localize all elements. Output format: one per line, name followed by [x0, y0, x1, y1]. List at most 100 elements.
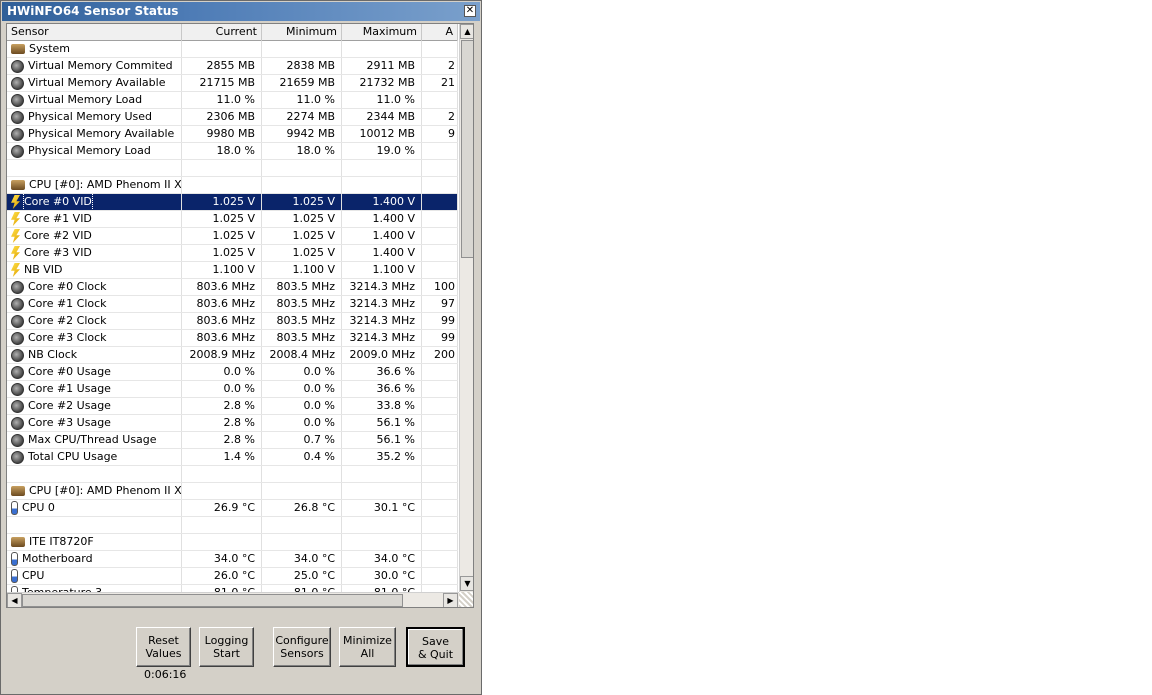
sensor-row[interactable]: Core #2 Usage 2.8 % 0.0 % 33.8 % — [7, 398, 458, 415]
gauge-icon — [11, 110, 24, 124]
maximum-value: 21732 MB — [342, 75, 422, 91]
sensor-row[interactable]: Core #0 Usage 0.0 % 0.0 % 36.6 % — [7, 364, 458, 381]
gauge-icon — [11, 348, 24, 362]
sensor-name-cell: System — [7, 41, 182, 57]
sensor-name: Virtual Memory Commited — [28, 59, 173, 72]
sensor-name-cell: Core #0 Clock — [7, 279, 182, 295]
vertical-scroll-thumb[interactable] — [461, 40, 473, 258]
average-value — [422, 143, 458, 159]
spacer-row — [7, 466, 458, 483]
sensor-row[interactable]: CPU 0 26.9 °C 26.8 °C 30.1 °C — [7, 500, 458, 517]
vertical-scrollbar[interactable]: ▲ ▼ — [459, 24, 473, 592]
sensor-row[interactable]: Core #0 VID 1.025 V 1.025 V 1.400 V — [7, 194, 458, 211]
sensor-row[interactable]: Physical Memory Available 9980 MB 9942 MB 1… — [7, 126, 458, 143]
sensor-group-row[interactable]: CPU [#0]: AMD Phenom II X... — [7, 177, 458, 194]
current-value: 26.9 °C — [182, 500, 262, 516]
sensor-row[interactable]: Core #2 VID 1.025 V 1.025 V 1.400 V — [7, 228, 458, 245]
sensor-row[interactable]: Total CPU Usage 1.4 % 0.4 % 35.2 % — [7, 449, 458, 466]
sensor-name-cell: Virtual Memory Available — [7, 75, 182, 91]
average-value — [422, 415, 458, 431]
sensor-name: Max CPU/Thread Usage — [28, 433, 157, 446]
sensor-name-cell: CPU [#0]: AMD Phenom II X... — [7, 483, 182, 499]
column-header-maximum[interactable]: Maximum — [342, 24, 422, 41]
sensor-row[interactable]: NB Clock 2008.9 MHz 2008.4 MHz 2009.0 MHz 20… — [7, 347, 458, 364]
sensor-row[interactable]: CPU 26.0 °C 25.0 °C 30.0 °C — [7, 568, 458, 585]
horizontal-scroll-thumb[interactable] — [22, 594, 403, 607]
average-value — [422, 364, 458, 380]
sensor-list[interactable]: Sensor Current Minimum Maximum A System V… — [6, 23, 474, 608]
sensor-name-cell: Core #0 Usage — [7, 364, 182, 380]
scroll-up-button[interactable]: ▲ — [460, 24, 473, 39]
minimum-value: 0.0 % — [262, 364, 342, 380]
sensor-name: Physical Memory Used — [28, 110, 153, 123]
gauge-icon — [11, 365, 24, 379]
average-value — [422, 92, 458, 108]
reset-values-label-1: Reset — [148, 634, 179, 647]
current-value: 1.025 V — [182, 245, 262, 261]
close-icon[interactable]: ✕ — [464, 5, 476, 17]
column-header-minimum[interactable]: Minimum — [262, 24, 342, 41]
scroll-down-button[interactable]: ▼ — [460, 576, 473, 591]
sensor-group-row[interactable]: CPU [#0]: AMD Phenom II X... — [7, 483, 458, 500]
sensor-row[interactable]: Virtual Memory Load 11.0 % 11.0 % 11.0 % — [7, 92, 458, 109]
sensor-row[interactable]: Core #3 Usage 2.8 % 0.0 % 56.1 % — [7, 415, 458, 432]
column-header-average[interactable]: A — [422, 24, 458, 41]
horizontal-scrollbar[interactable]: ◀ ▶ — [7, 592, 459, 607]
sensor-row[interactable]: Core #0 Clock 803.6 MHz 803.5 MHz 3214.3 MH… — [7, 279, 458, 296]
sensor-name: Virtual Memory Load — [28, 93, 143, 106]
current-value — [182, 483, 262, 499]
minimum-value: 2274 MB — [262, 109, 342, 125]
sensor-row[interactable]: Core #3 Clock 803.6 MHz 803.5 MHz 3214.3 MH… — [7, 330, 458, 347]
column-header: Sensor Current Minimum Maximum A — [7, 24, 458, 41]
maximum-value — [342, 483, 422, 499]
sensor-rows: System Virtual Memory Commited 2855 MB 2838… — [7, 41, 458, 602]
title-bar[interactable]: HWiNFO64 Sensor Status ✕ — [2, 2, 480, 21]
average-value — [422, 262, 458, 278]
chip-icon — [11, 486, 25, 496]
current-value: 0.0 % — [182, 364, 262, 380]
sensor-row[interactable]: Motherboard 34.0 °C 34.0 °C 34.0 °C — [7, 551, 458, 568]
minimum-value — [262, 517, 342, 533]
sensor-name: Core #3 Usage — [28, 416, 111, 429]
current-value: 803.6 MHz — [182, 279, 262, 295]
column-header-current[interactable]: Current — [182, 24, 262, 41]
sensor-group-row[interactable]: ITE IT8720F — [7, 534, 458, 551]
save-and-quit-button[interactable]: Save & Quit — [406, 627, 465, 667]
sensor-name: Core #2 Usage — [28, 399, 111, 412]
reset-values-button[interactable]: Reset Values — [136, 627, 191, 667]
maximum-value: 30.0 °C — [342, 568, 422, 584]
sensor-name: CPU — [22, 569, 45, 582]
sensor-row[interactable]: Physical Memory Used 2306 MB 2274 MB 2344 M… — [7, 109, 458, 126]
logging-start-button[interactable]: Logging Start — [199, 627, 254, 667]
configure-sensors-button[interactable]: Configure Sensors — [273, 627, 331, 667]
sensor-row[interactable]: Core #1 VID 1.025 V 1.025 V 1.400 V — [7, 211, 458, 228]
sensor-row[interactable]: Core #1 Clock 803.6 MHz 803.5 MHz 3214.3 MH… — [7, 296, 458, 313]
sensor-row[interactable]: Core #2 Clock 803.6 MHz 803.5 MHz 3214.3 MH… — [7, 313, 458, 330]
minimum-value: 1.100 V — [262, 262, 342, 278]
maximum-value — [342, 41, 422, 57]
current-value: 2306 MB — [182, 109, 262, 125]
current-value — [182, 517, 262, 533]
sensor-group-row[interactable]: System — [7, 41, 458, 58]
current-value: 1.025 V — [182, 228, 262, 244]
average-value — [422, 245, 458, 261]
minimize-all-button[interactable]: Minimize All — [339, 627, 396, 667]
scroll-right-button[interactable]: ▶ — [443, 593, 458, 607]
current-value: 1.025 V — [182, 194, 262, 210]
sensor-row[interactable]: Physical Memory Load 18.0 % 18.0 % 19.0 % — [7, 143, 458, 160]
column-header-sensor[interactable]: Sensor — [7, 24, 182, 41]
sensor-name-cell: Core #3 Usage — [7, 415, 182, 431]
sensor-name: Core #0 VID — [23, 194, 93, 210]
gauge-icon — [11, 382, 24, 396]
sensor-row[interactable]: Virtual Memory Commited 2855 MB 2838 MB 291… — [7, 58, 458, 75]
sensor-row[interactable]: Core #3 VID 1.025 V 1.025 V 1.400 V — [7, 245, 458, 262]
sensor-row[interactable]: NB VID 1.100 V 1.100 V 1.100 V — [7, 262, 458, 279]
sensor-row[interactable]: Max CPU/Thread Usage 2.8 % 0.7 % 56.1 % — [7, 432, 458, 449]
minimum-value: 26.8 °C — [262, 500, 342, 516]
sensor-row[interactable]: Virtual Memory Available 21715 MB 21659 MB… — [7, 75, 458, 92]
minimize-all-label-2: All — [360, 647, 375, 660]
temp-icon — [11, 501, 18, 515]
scroll-left-button[interactable]: ◀ — [7, 593, 22, 607]
sensor-row[interactable]: Core #1 Usage 0.0 % 0.0 % 36.6 % — [7, 381, 458, 398]
average-value: 200 — [422, 347, 458, 363]
